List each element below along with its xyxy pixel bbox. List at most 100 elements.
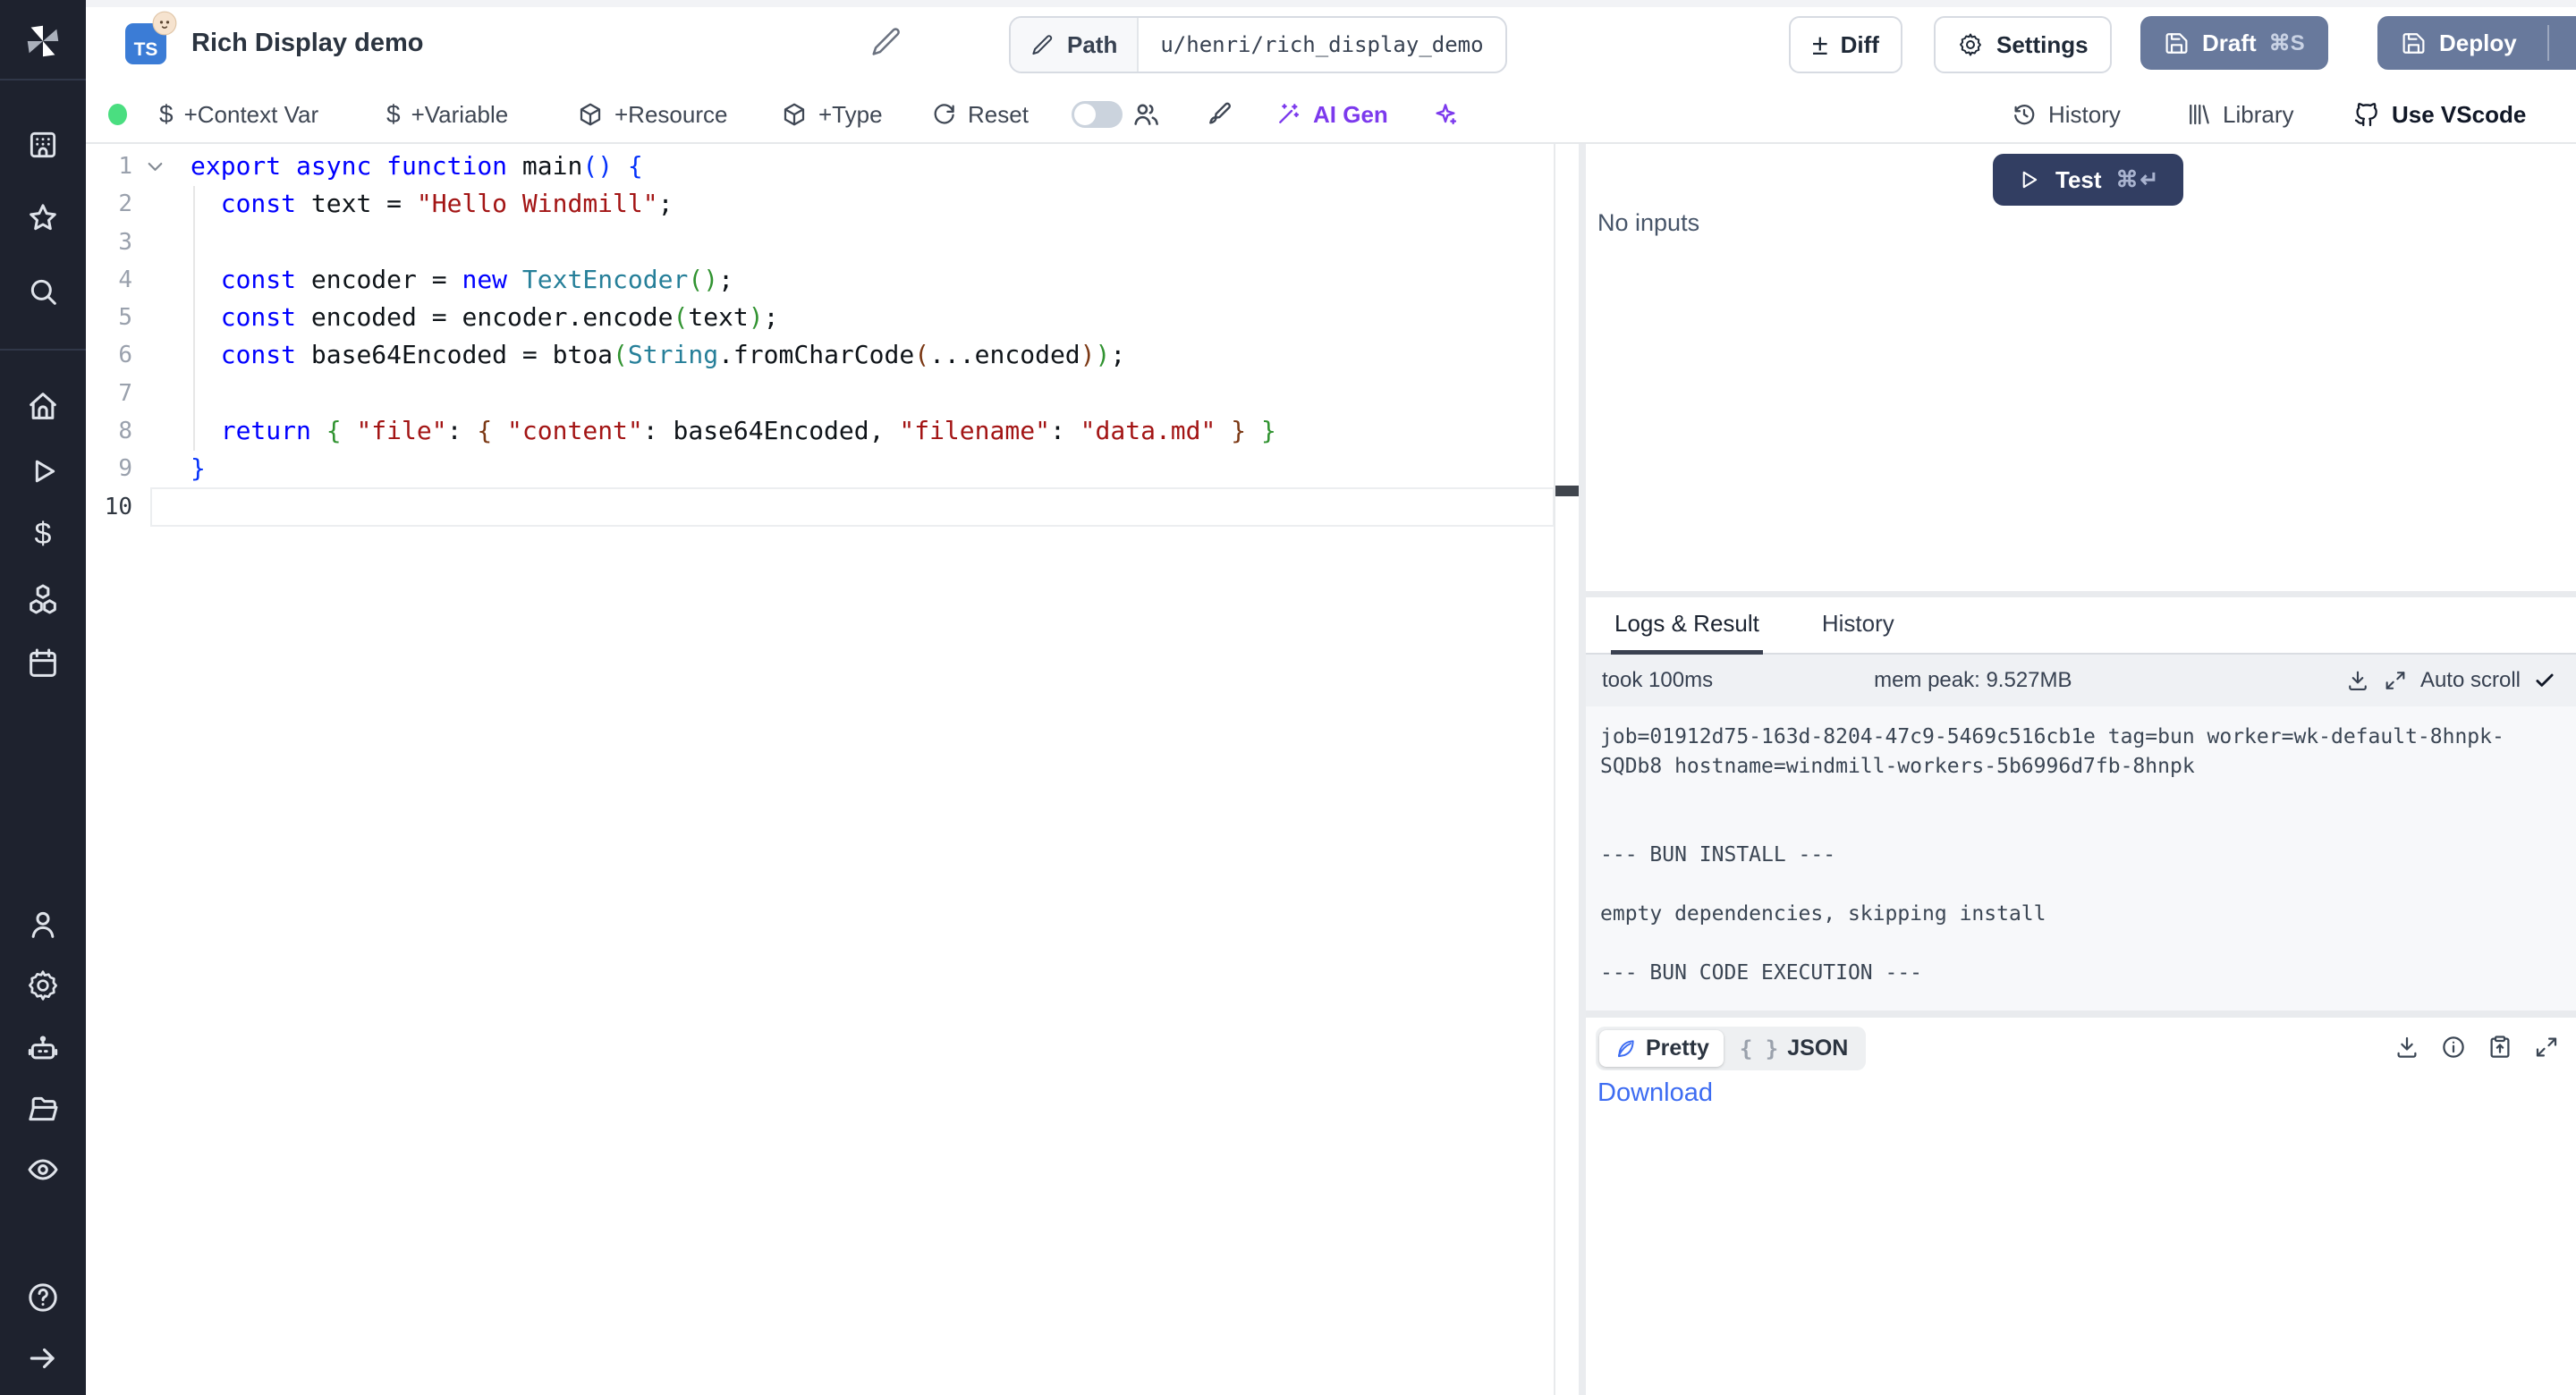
sidebar-item-folders[interactable] [25, 1091, 61, 1127]
format-button[interactable] [1206, 86, 1234, 143]
sidebar-item-settings[interactable] [25, 968, 61, 1003]
edit-title-button[interactable] [869, 25, 903, 59]
pretty-toggle[interactable]: Pretty [1599, 1030, 1724, 1067]
sidebar-item-variables[interactable]: $ [25, 516, 61, 552]
tab-logs-result[interactable]: Logs & Result [1611, 597, 1763, 655]
path-field[interactable]: Path u/henri/rich_display_demo [1009, 16, 1507, 73]
sidebar-item-schedules[interactable] [25, 646, 61, 681]
history-button[interactable]: History [2011, 86, 2121, 143]
info-icon[interactable] [2440, 1034, 2467, 1061]
sidebar-item-home[interactable] [25, 388, 61, 424]
reset-label: Reset [968, 101, 1029, 129]
autoscroll-label[interactable]: Auto scroll [2420, 668, 2521, 693]
panel-splitter-horizontal[interactable] [1586, 591, 2576, 597]
line-number[interactable]: 4 [86, 261, 132, 299]
sidebar-item-favorites[interactable] [25, 200, 61, 236]
code-line[interactable]: return { "file": { "content": base64Enco… [191, 412, 1276, 450]
sidebar-item-runs[interactable] [25, 453, 61, 489]
log-line: job=01912d75-163d-8204-47c9-5469c516cb1e… [1600, 723, 2562, 782]
line-number[interactable]: 3 [86, 224, 132, 261]
line-number[interactable]: 2 [86, 185, 132, 223]
code-line[interactable]: const encoder = new TextEncoder(); [191, 261, 1276, 299]
sidebar-item-user[interactable] [25, 907, 61, 943]
deploy-button[interactable]: Deploy [2377, 16, 2576, 70]
sidebar-item-workers[interactable] [25, 1030, 61, 1066]
log-line: empty dependencies, skipping install [1600, 900, 2562, 929]
expand-result-icon[interactable] [2533, 1034, 2560, 1061]
diff-mode-toggle[interactable] [1072, 86, 1123, 143]
download-result-icon[interactable] [2394, 1034, 2420, 1061]
windmill-logo-icon[interactable] [21, 20, 64, 63]
save-icon [2401, 30, 2427, 56]
json-toggle[interactable]: { } JSON [1725, 1030, 1862, 1067]
path-value[interactable]: u/henri/rich_display_demo [1139, 18, 1504, 72]
add-variable-button[interactable]: $ +Variable [386, 86, 508, 143]
sidebar-item-search[interactable] [25, 274, 61, 309]
log-line [1600, 929, 2562, 959]
sidebar-item-audit-logs[interactable] [25, 1152, 61, 1188]
ai-sparkles-button[interactable] [1431, 86, 1460, 143]
check-icon[interactable] [2533, 669, 2556, 692]
add-type-button[interactable]: +Type [781, 86, 883, 143]
add-resource-label: +Resource [614, 101, 727, 129]
code-editor[interactable]: 12345678910 export async function main()… [86, 144, 1579, 1395]
multiplayer-button[interactable] [1131, 86, 1161, 143]
code-line[interactable]: const base64Encoded = btoa(String.fromCh… [191, 336, 1276, 374]
download-logs-icon[interactable] [2345, 668, 2370, 693]
test-button[interactable]: Test ⌘↵ [1993, 154, 2183, 206]
play-icon [25, 453, 61, 489]
sidebar-item-expand[interactable] [25, 1340, 61, 1376]
wand-icon [1274, 100, 1302, 129]
line-number[interactable]: 8 [86, 412, 132, 450]
code-line[interactable] [191, 375, 1276, 412]
code-line[interactable]: const encoded = encoder.encode(text); [191, 299, 1276, 336]
add-resource-button[interactable]: +Resource [577, 86, 727, 143]
log-output[interactable]: job=01912d75-163d-8204-47c9-5469c516cb1e… [1586, 706, 2576, 1010]
code-line[interactable]: const text = "Hello Windmill"; [191, 185, 1276, 223]
line-number[interactable]: 6 [86, 336, 132, 374]
overview-ruler-border [1554, 144, 1555, 1395]
code-line[interactable]: export async function main() { [191, 148, 1276, 185]
draft-button[interactable]: Draft ⌘S [2140, 16, 2328, 70]
download-link[interactable]: Download [1597, 1078, 1713, 1108]
line-number[interactable]: 7 [86, 375, 132, 412]
sidebar-item-resources[interactable] [25, 581, 61, 617]
code-line[interactable] [191, 488, 1276, 526]
calendar-icon [25, 646, 61, 681]
reset-button[interactable]: Reset [930, 86, 1029, 143]
line-number[interactable]: 5 [86, 299, 132, 336]
library-label: Library [2223, 101, 2293, 129]
no-inputs-text: No inputs [1597, 209, 1699, 237]
app-window-icon [26, 128, 60, 162]
use-vscode-button[interactable]: Use VScode [2352, 86, 2526, 143]
users-icon [1131, 99, 1161, 130]
tab-history[interactable]: History [1818, 597, 1898, 655]
diff-button[interactable]: ± Diff [1789, 16, 1902, 73]
sidebar-item-help[interactable] [25, 1280, 61, 1315]
copy-clipboard-icon[interactable] [2487, 1034, 2513, 1061]
add-context-var-button[interactable]: $ +Context Var [159, 86, 318, 143]
sidebar-item-workspace[interactable] [25, 127, 61, 163]
toggle-switch[interactable] [1072, 101, 1123, 128]
code-line[interactable]: } [191, 450, 1276, 487]
pencil-icon [869, 25, 903, 59]
script-emoji-icon [152, 11, 177, 36]
line-number[interactable]: 9 [86, 450, 132, 487]
panel-splitter-vertical[interactable] [1579, 144, 1586, 1395]
history-label: History [2048, 101, 2121, 129]
code-line[interactable] [191, 224, 1276, 261]
result-splitter-horizontal[interactable] [1586, 1010, 2576, 1018]
run-info-bar: took 100ms mem peak: 9.527MB Auto scroll [1586, 655, 2576, 706]
fold-chevron-icon[interactable] [143, 155, 167, 179]
line-number[interactable]: 1 [86, 148, 132, 185]
play-icon [2016, 167, 2041, 192]
settings-button[interactable]: Settings [1934, 16, 2112, 73]
path-label-segment[interactable]: Path [1011, 18, 1139, 72]
line-number[interactable]: 10 [86, 488, 132, 526]
package-icon [577, 101, 604, 128]
library-button[interactable]: Library [2185, 86, 2293, 143]
help-icon [25, 1280, 61, 1315]
folder-open-icon [25, 1091, 61, 1127]
expand-logs-icon[interactable] [2383, 668, 2408, 693]
ai-gen-button[interactable]: AI Gen [1274, 86, 1388, 143]
